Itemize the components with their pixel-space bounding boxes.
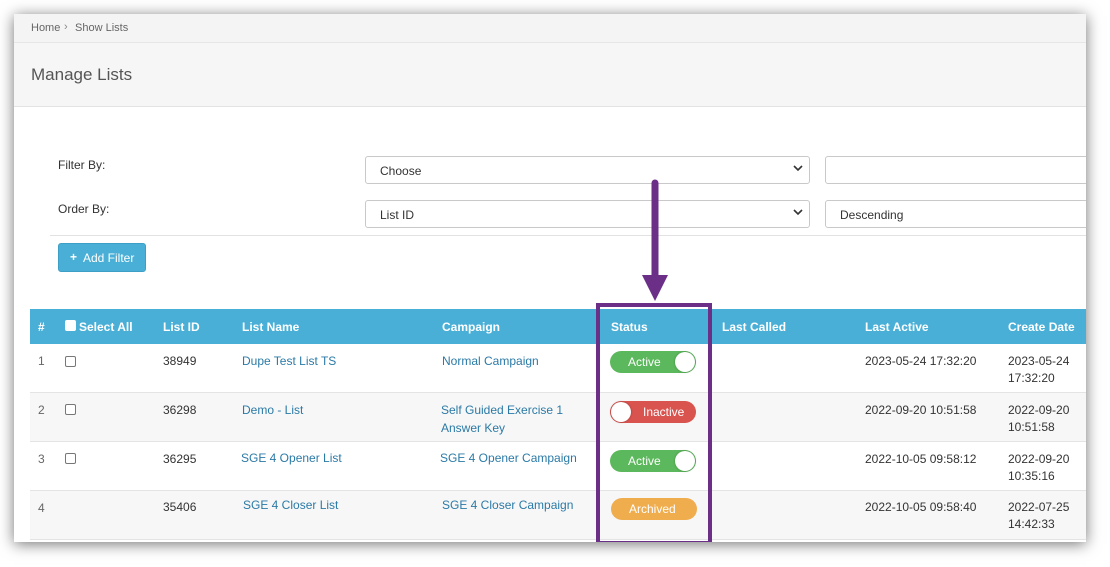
header-last-active[interactable]: Last Active: [865, 320, 929, 334]
add-filter-button[interactable]: + Add Filter: [58, 243, 146, 272]
create-time: 14:42:33: [1008, 517, 1055, 531]
order-by-label: Order By:: [58, 202, 110, 216]
row-num: 1: [38, 354, 45, 368]
campaign-link[interactable]: Self Guided Exercise 1: [441, 403, 563, 417]
header-campaign[interactable]: Campaign: [442, 320, 500, 334]
status-column-highlight: [596, 303, 712, 542]
chevron-down-icon: [793, 209, 803, 216]
filter-value-input[interactable]: [825, 156, 1086, 184]
plus-icon: +: [70, 250, 78, 264]
breadcrumb: Home › Show Lists: [14, 14, 1086, 43]
select-all-checkbox[interactable]: [65, 320, 76, 331]
list-id: 36295: [163, 452, 197, 466]
row-checkbox[interactable]: [65, 356, 76, 367]
breadcrumb-home-link[interactable]: Home: [31, 22, 60, 34]
row-num: 2: [38, 403, 45, 417]
campaign-link[interactable]: Normal Campaign: [442, 354, 539, 368]
order-direction-select[interactable]: Descending: [825, 200, 1086, 228]
row-checkbox[interactable]: [65, 404, 76, 415]
breadcrumb-separator: ›: [64, 21, 68, 33]
table-row: 3 36295 SGE 4 Opener List SGE 4 Opener C…: [30, 442, 1086, 491]
order-by-select[interactable]: List ID: [365, 200, 810, 228]
create-time: 10:35:16: [1008, 469, 1055, 483]
create-date: 2023-05-24: [1008, 354, 1070, 368]
header-list-name[interactable]: List Name: [242, 320, 299, 334]
create-date: 2022-07-25: [1008, 500, 1070, 514]
order-by-value: List ID: [380, 208, 415, 222]
list-id: 38949: [163, 354, 197, 368]
list-name-link[interactable]: Dupe Test List TS: [242, 354, 336, 368]
last-active: 2022-10-05 09:58:12: [865, 452, 977, 466]
order-direction-value: Descending: [840, 208, 904, 222]
campaign-link[interactable]: SGE 4 Opener Campaign: [440, 451, 577, 465]
arrow-down-icon: [642, 179, 668, 301]
header-create-date[interactable]: Create Date: [1008, 320, 1075, 334]
list-id: 36298: [163, 403, 197, 417]
table-header: # Select All List ID List Name Campaign …: [30, 309, 1086, 344]
chevron-down-icon: [793, 165, 803, 172]
list-name-link[interactable]: SGE 4 Closer List: [243, 498, 338, 512]
table-row: 1 38949 Dupe Test List TS Normal Campaig…: [30, 344, 1086, 393]
last-active: 2023-05-24 17:32:20: [865, 354, 977, 368]
list-id: 35406: [163, 500, 197, 514]
header-select-all[interactable]: Select All: [79, 320, 133, 334]
row-checkbox[interactable]: [65, 453, 76, 464]
campaign-link[interactable]: SGE 4 Closer Campaign: [442, 498, 573, 512]
page-title: Manage Lists: [31, 65, 133, 84]
add-filter-label: Add Filter: [83, 251, 135, 265]
table-row: 4 35406 SGE 4 Closer List SGE 4 Closer C…: [30, 491, 1086, 540]
filter-by-value: Choose: [380, 164, 422, 178]
table-row: 2 36298 Demo - List Self Guided Exercise…: [30, 393, 1086, 442]
last-active: 2022-10-05 09:58:40: [865, 500, 977, 514]
page-header: Manage Lists: [14, 43, 1086, 107]
filter-by-label: Filter By:: [58, 158, 106, 172]
breadcrumb-current: Show Lists: [75, 22, 129, 34]
divider: [50, 235, 1086, 236]
create-date: 2022-09-20: [1008, 452, 1070, 466]
list-name-link[interactable]: Demo - List: [242, 403, 303, 417]
row-num: 3: [38, 452, 45, 466]
header-list-id[interactable]: List ID: [163, 320, 200, 334]
list-name-link[interactable]: SGE 4 Opener List: [241, 451, 342, 465]
app-window: Home › Show Lists Manage Lists Filter By…: [14, 14, 1086, 542]
header-last-called[interactable]: Last Called: [722, 320, 786, 334]
row-num: 4: [38, 501, 45, 515]
create-time: 17:32:20: [1008, 371, 1055, 385]
header-num: #: [38, 320, 45, 334]
create-date: 2022-09-20: [1008, 403, 1070, 417]
campaign-link-line2[interactable]: Answer Key: [441, 421, 505, 435]
filter-by-select[interactable]: Choose: [365, 156, 810, 184]
create-time: 10:51:58: [1008, 420, 1055, 434]
last-active: 2022-09-20 10:51:58: [865, 403, 977, 417]
